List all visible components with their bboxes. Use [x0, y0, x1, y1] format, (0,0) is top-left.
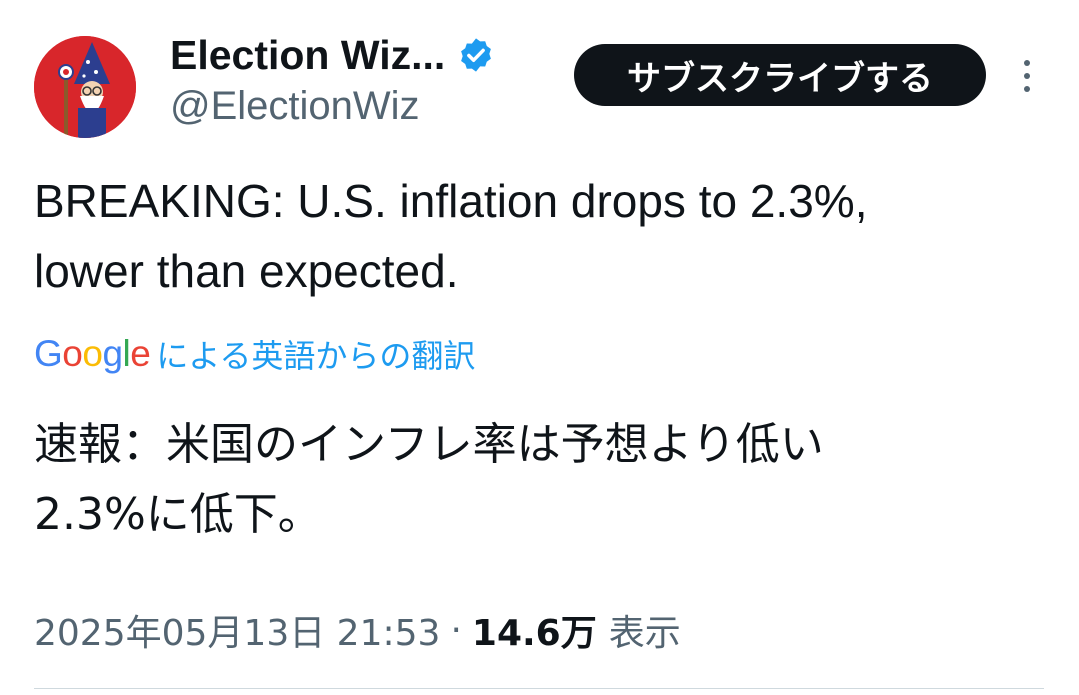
tweet-meta: 2025年05月13日 21:53 · 14.6万 表示	[34, 604, 681, 656]
subscribe-button[interactable]: サブスクライブする	[574, 44, 986, 106]
more-vertical-icon[interactable]	[1012, 56, 1042, 96]
meta-separator: ·	[450, 609, 462, 651]
divider	[34, 688, 1044, 689]
tweet-card: Election Wiz... @ElectionWiz サブスクライブする B…	[0, 0, 1079, 695]
google-logo: Google	[34, 333, 151, 374]
translation-label[interactable]: による英語からの翻訳	[156, 331, 475, 377]
views-count[interactable]: 14.6万	[472, 604, 597, 656]
account-handle[interactable]: @ElectionWiz	[170, 84, 420, 129]
display-name[interactable]: Election Wiz...	[170, 32, 445, 79]
tweet-text: BREAKING: U.S. inflation drops to 2.3%, …	[34, 166, 1044, 306]
translated-text: 速報：米国のインフレ率は予想より低い 2.3%に低下。	[34, 410, 1044, 550]
tweet-text-line: BREAKING: U.S. inflation drops to 2.3%,	[34, 175, 868, 227]
timestamp[interactable]: 2025年05月13日 21:53	[34, 604, 440, 656]
verified-badge-icon	[457, 36, 495, 74]
translated-text-line: 速報：米国のインフレ率は予想より低い	[34, 419, 824, 470]
account-name-row: Election Wiz...	[170, 30, 495, 80]
wizard-avatar-icon[interactable]	[34, 36, 136, 138]
views-label: 表示	[608, 613, 681, 654]
tweet-text-line: lower than expected.	[34, 245, 459, 297]
translated-text-line: 2.3%に低下。	[34, 489, 322, 540]
translation-attribution[interactable]: Google による英語からの翻訳	[34, 330, 475, 378]
